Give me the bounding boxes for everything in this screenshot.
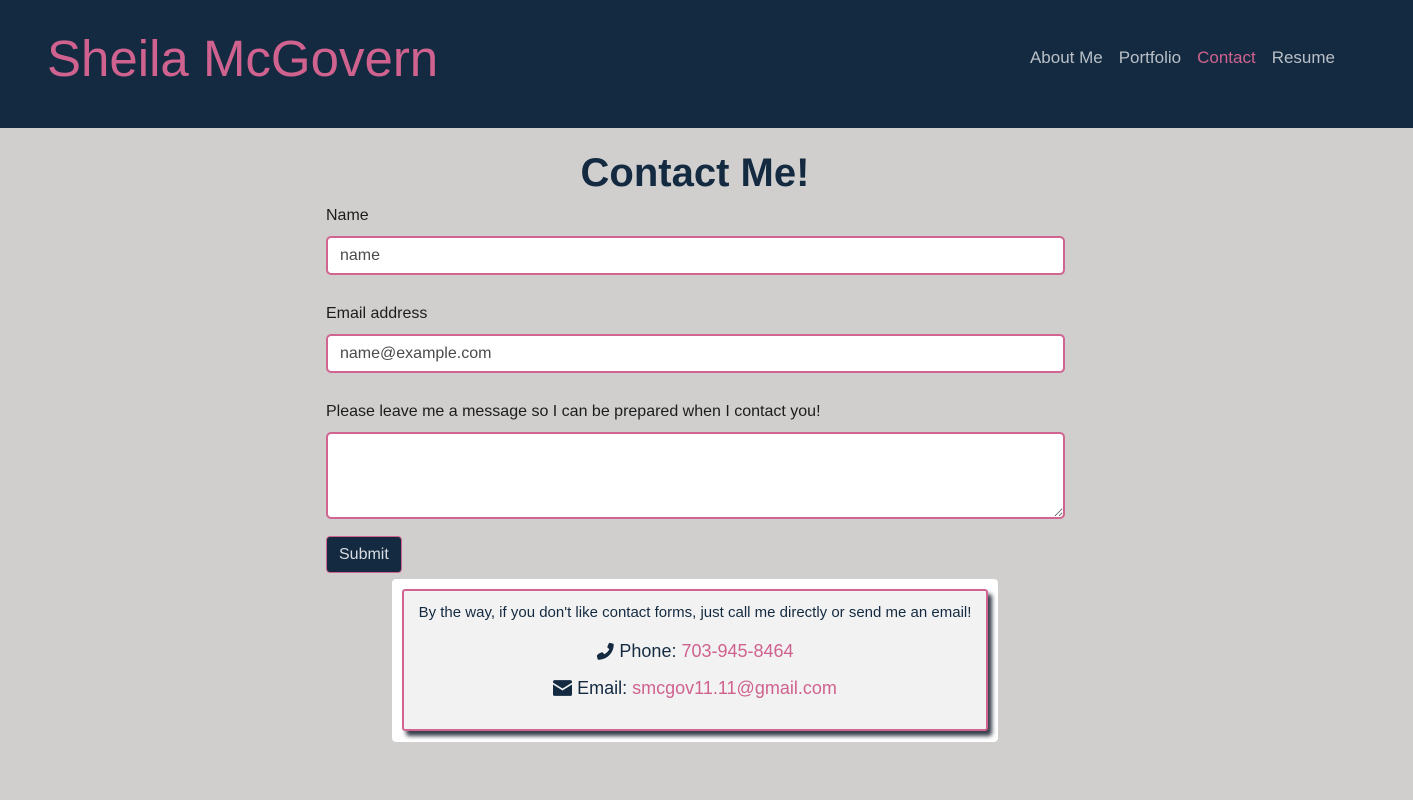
envelope-icon: [553, 680, 573, 696]
contact-form: Name Email address Please leave me a mes…: [326, 206, 1065, 573]
email-label: Email address: [326, 305, 428, 322]
phone-icon: [596, 642, 615, 660]
brand-name[interactable]: Sheila McGovern: [47, 28, 438, 90]
nav-link-about-me[interactable]: About Me: [1030, 47, 1103, 69]
nav-link-portfolio[interactable]: Portfolio: [1119, 47, 1181, 69]
contact-intro-text: By the way, if you don't like contact fo…: [418, 604, 972, 621]
nav-link-contact[interactable]: Contact: [1197, 47, 1256, 69]
name-label: Name: [326, 207, 369, 224]
submit-button[interactable]: Submit: [326, 536, 402, 573]
navbar: Sheila McGovern About Me Portfolio Conta…: [0, 0, 1413, 128]
email-link[interactable]: smcgov11.11@gmail.com: [632, 676, 837, 700]
message-textarea[interactable]: [326, 432, 1065, 519]
phone-line: Phone: 703-945-8464: [404, 639, 986, 663]
nav-link-resume[interactable]: Resume: [1272, 47, 1335, 69]
phone-label: Phone:: [619, 641, 677, 661]
email-label-text: Email:: [577, 678, 628, 698]
direct-contact-card: By the way, if you don't like contact fo…: [392, 579, 998, 742]
page-title: Contact Me!: [580, 151, 810, 195]
nav-menu: About Me Portfolio Contact Resume: [1030, 47, 1335, 69]
direct-contact-panel: By the way, if you don't like contact fo…: [402, 589, 988, 731]
email-line: Email: smcgov11.11@gmail.com: [404, 676, 986, 700]
message-label: Please leave me a message so I can be pr…: [326, 403, 821, 420]
email-input[interactable]: [326, 334, 1065, 373]
phone-link[interactable]: 703-945-8464: [681, 639, 793, 663]
name-input[interactable]: [326, 236, 1065, 275]
